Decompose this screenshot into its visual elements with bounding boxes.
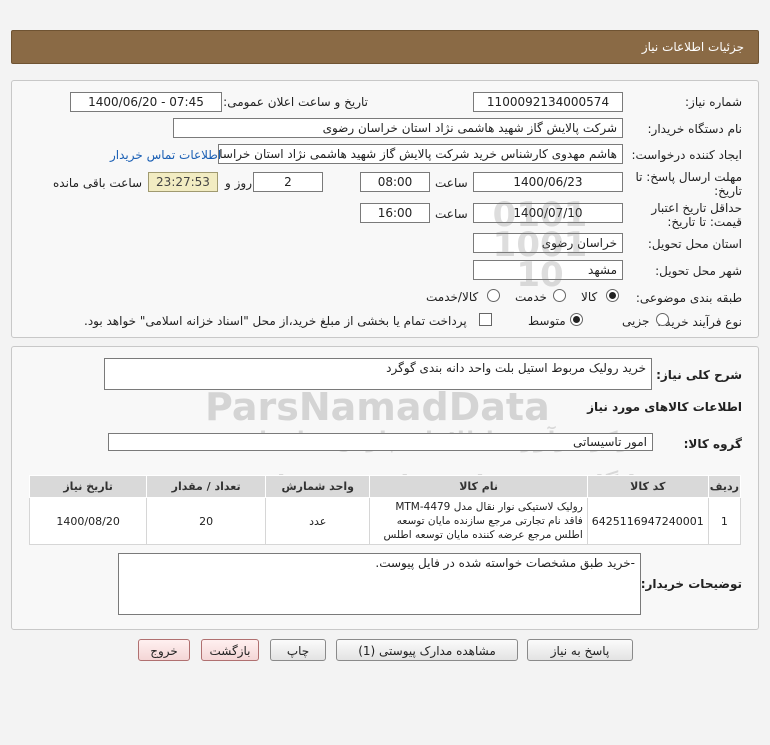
goods-group-field: امور تاسیساتی — [108, 433, 653, 451]
city-label: شهر محل تحویل: — [655, 264, 742, 278]
category-radio-goods[interactable] — [606, 289, 619, 302]
category-option-goods: کالا — [581, 290, 598, 304]
category-radio-service[interactable] — [553, 289, 566, 302]
col-code: کد کالا — [586, 475, 709, 498]
contact-buyer-link[interactable]: اطلاعات تماس خریدار — [110, 148, 221, 162]
cell-row: 1 — [707, 497, 742, 545]
process-option-minor: جزیی — [622, 314, 650, 328]
treasury-payment-checkbox[interactable] — [479, 313, 492, 326]
validity-date-field: 1400/07/10 — [473, 203, 623, 223]
category-radio-goods-service[interactable] — [487, 289, 500, 302]
col-unit: واحد شمارش — [265, 475, 371, 498]
page-title: جزئیات اطلاعات نیاز — [641, 40, 744, 54]
print-button[interactable]: چاپ — [270, 639, 326, 661]
table-header-row: ردیف کد کالا نام کالا واحد شمارش تعداد /… — [28, 475, 742, 498]
validity-time-label: ساعت — [435, 207, 468, 221]
process-label: نوع فرآیند خرید : — [657, 315, 742, 329]
goods-group-label: گروه کالا: — [683, 437, 742, 451]
process-option-medium: متوسط — [528, 314, 566, 328]
cell-date: 1400/08/20 — [28, 497, 148, 545]
page-header: جزئیات اطلاعات نیاز — [11, 30, 759, 64]
col-row: ردیف — [707, 475, 742, 498]
need-number-field: 1100092134000574 — [473, 92, 623, 112]
goods-table: ردیف کد کالا نام کالا واحد شمارش تعداد /… — [28, 475, 742, 545]
payment-note: پرداخت تمام یا بخشی از مبلغ خرید،از محل … — [84, 314, 467, 328]
buyer-org-label: نام دستگاه خریدار: — [647, 122, 743, 136]
deadline-label-1: مهلت ارسال پاسخ: تا — [635, 170, 742, 184]
reply-button[interactable]: پاسخ به نیاز — [527, 639, 633, 661]
col-name: نام کالا — [369, 475, 588, 498]
col-date: تاریخ نیاز — [28, 475, 148, 498]
buyer-org-field: شرکت پالایش گاز شهید هاشمی نژاد استان خر… — [173, 118, 623, 138]
announce-label: تاریخ و ساعت اعلان عمومی: — [223, 95, 368, 109]
deadline-date-field: 1400/06/23 — [473, 172, 623, 192]
category-label: طبقه بندی موضوعی: — [635, 291, 742, 305]
remaining-time-field: 23:27:53 — [148, 172, 218, 192]
days-label: روز و — [225, 176, 252, 190]
validity-label-2: قیمت: تا تاریخ: — [667, 215, 742, 229]
attachments-button[interactable]: مشاهده مدارک پیوستی (1) — [336, 639, 518, 661]
table-row: 1 6425116947240001 رولیک لاستیکی نوار نق… — [28, 497, 742, 545]
creator-field: هاشم مهدوی کارشناس خرید شرکت پالایش گاز … — [218, 144, 623, 164]
validity-label-1: حداقل تاریخ اعتبار — [651, 201, 742, 215]
days-field: 2 — [253, 172, 323, 192]
cell-unit: عدد — [265, 497, 371, 545]
back-button[interactable]: بازگشت — [201, 639, 259, 661]
creator-label: ایجاد کننده درخواست: — [631, 148, 742, 162]
process-radio-minor[interactable] — [656, 313, 669, 326]
province-label: استان محل تحویل: — [647, 237, 742, 251]
buyer-notes-label: توضیحات خریدار: — [640, 577, 742, 591]
validity-time-field: 16:00 — [360, 203, 430, 223]
announce-field: 1400/06/20 - 07:45 — [70, 92, 222, 112]
goods-info-title: اطلاعات کالاهای مورد نیاز — [587, 400, 742, 414]
summary-field: خرید رولیک مربوط استیل بلت واحد دانه بند… — [104, 358, 652, 390]
deadline-time-field: 08:00 — [360, 172, 430, 192]
remaining-label: ساعت باقی مانده — [53, 176, 143, 190]
need-number-label: شماره نیاز: — [685, 95, 742, 109]
cell-qty: 20 — [146, 497, 267, 545]
summary-label: شرح کلی نیاز: — [656, 368, 742, 382]
process-radio-medium[interactable] — [570, 313, 583, 326]
buyer-notes-field: -خرید طبق مشخصات خواسته شده در فایل پیوس… — [118, 553, 641, 615]
cell-code: 6425116947240001 — [586, 497, 709, 545]
province-field: خراسان رضوی — [473, 233, 623, 253]
category-option-service: خدمت — [515, 290, 547, 304]
cell-name: رولیک لاستیکی نوار نقال مدل MTM-4479 فاق… — [369, 497, 588, 545]
category-option-goods-service: کالا/خدمت — [426, 290, 479, 304]
col-qty: تعداد / مقدار — [146, 475, 267, 498]
deadline-time-label: ساعت — [435, 176, 468, 190]
deadline-label-2: تاریخ: — [714, 184, 742, 198]
city-field: مشهد — [473, 260, 623, 280]
exit-button[interactable]: خروج — [138, 639, 190, 661]
